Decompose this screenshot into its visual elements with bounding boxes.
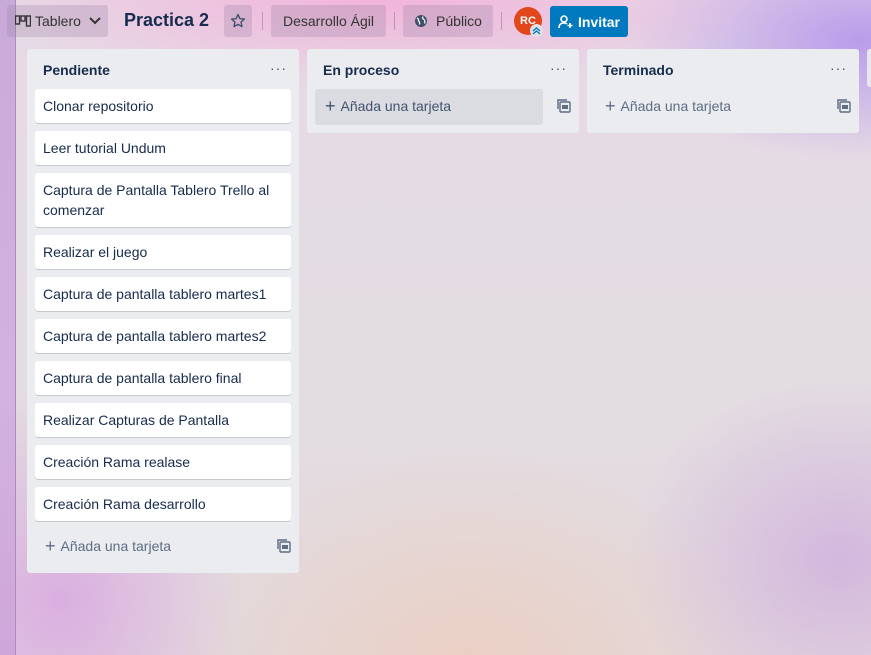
list-terminado: Terminado ··· + Añada una tarjeta (587, 49, 859, 133)
list-title[interactable]: Pendiente (43, 62, 110, 78)
add-card-label: Añada una tarjeta (60, 538, 172, 554)
card-list: Clonar repositorio Leer tutorial Undum C… (27, 89, 299, 521)
list-menu-icon[interactable]: ··· (830, 60, 847, 76)
workspace-button[interactable]: Desarrollo Ágil (271, 5, 386, 37)
list-header[interactable]: Terminado ··· (587, 49, 859, 89)
card-template-icon[interactable] (557, 99, 571, 113)
plus-icon: + (605, 96, 616, 116)
visibility-label: Público (436, 13, 482, 29)
admin-badge-icon (530, 24, 543, 37)
add-card-label: Añada una tarjeta (620, 98, 732, 114)
board-title[interactable]: Practica 2 (124, 10, 209, 31)
header-divider (394, 12, 395, 30)
card-template-icon[interactable] (837, 99, 851, 113)
add-list-edge[interactable] (867, 49, 871, 87)
list-title[interactable]: Terminado (603, 62, 674, 78)
header-divider (262, 12, 263, 30)
view-switcher-label: Tablero (35, 13, 81, 29)
visibility-button[interactable]: Público (403, 5, 493, 37)
card-template-icon[interactable] (277, 539, 291, 553)
add-card-row: + Añada una tarjeta (315, 89, 571, 125)
list-header[interactable]: Pendiente ··· (27, 49, 299, 89)
list-menu-icon[interactable]: ··· (550, 60, 567, 76)
add-card-label-wrap: + Añada una tarjeta (325, 97, 451, 115)
card[interactable]: Realizar Capturas de Pantalla (35, 403, 291, 437)
card[interactable]: Captura de pantalla tablero martes1 (35, 277, 291, 311)
list-menu-icon[interactable]: ··· (270, 60, 287, 76)
plus-icon: + (45, 536, 56, 556)
card[interactable]: Captura de Pantalla Tablero Trello al co… (35, 173, 291, 227)
card[interactable]: Creación Rama realase (35, 445, 291, 479)
add-member-icon (558, 14, 573, 28)
card[interactable]: Leer tutorial Undum (35, 131, 291, 165)
add-card-button[interactable]: + Añada una tarjeta (315, 89, 543, 125)
list-title[interactable]: En proceso (323, 62, 399, 78)
invite-label: Invitar (577, 13, 620, 30)
card[interactable]: Captura de pantalla tablero martes2 (35, 319, 291, 353)
view-switcher-button[interactable]: Tablero (7, 5, 108, 37)
plus-icon: + (325, 96, 336, 116)
card[interactable]: Captura de pantalla tablero final (35, 361, 291, 395)
add-card-row: + Añada una tarjeta (595, 89, 851, 125)
card[interactable]: Creación Rama desarrollo (35, 487, 291, 521)
add-card-label: Añada una tarjeta (340, 98, 452, 114)
workspace-label: Desarrollo Ágil (282, 13, 375, 29)
invite-button[interactable]: Invitar (550, 6, 628, 37)
star-button[interactable] (224, 5, 252, 37)
card[interactable]: Clonar repositorio (35, 89, 291, 123)
list-en-proceso: En proceso ··· + Añada una tarjeta (307, 49, 579, 133)
card[interactable]: Realizar el juego (35, 235, 291, 269)
header-divider (501, 12, 502, 30)
list-header[interactable]: En proceso ··· (307, 49, 579, 89)
sidebar-collapsed-strip[interactable] (0, 0, 16, 655)
chevron-down-icon (89, 17, 101, 25)
add-card-button[interactable]: + Añada una tarjeta (605, 97, 731, 115)
add-card-button[interactable]: + Añada una tarjeta (45, 537, 171, 555)
board-icon (15, 15, 31, 27)
globe-icon (415, 15, 428, 27)
star-icon (230, 13, 246, 28)
board-header: Tablero Practica 2 Desarrollo Ágil Públi… (0, 0, 871, 42)
add-card-row: + Añada una tarjeta (35, 529, 291, 565)
list-pendiente: Pendiente ··· Clonar repositorio Leer tu… (27, 49, 299, 573)
